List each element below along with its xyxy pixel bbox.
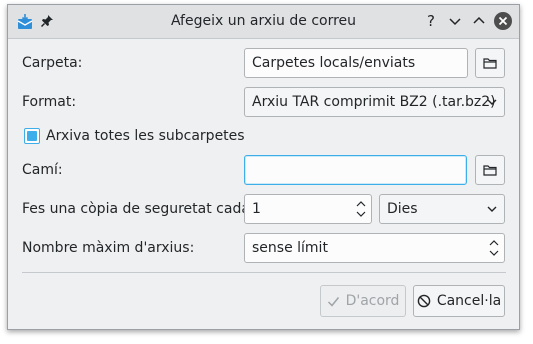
close-icon[interactable] bbox=[493, 11, 513, 31]
format-value: Arxiu TAR comprimit BZ2 (.tar.bz2) bbox=[252, 94, 496, 110]
backup-label: Fes una còpia de seguretat cada: bbox=[22, 201, 255, 217]
max-archives-spinbox[interactable]: sense límit bbox=[244, 233, 505, 263]
checkbox-fill bbox=[27, 131, 37, 141]
checkmark-icon bbox=[327, 296, 339, 307]
maximize-icon[interactable] bbox=[469, 11, 489, 31]
backup-unit-value: Dies bbox=[387, 201, 418, 217]
cancel-icon bbox=[417, 294, 431, 308]
path-label: Camí: bbox=[22, 162, 63, 178]
backup-spinbox[interactable]: 1 bbox=[244, 194, 372, 224]
button-separator bbox=[22, 272, 506, 273]
format-select[interactable]: Arxiu TAR comprimit BZ2 (.tar.bz2) bbox=[244, 87, 505, 117]
path-field[interactable] bbox=[244, 155, 467, 185]
window-title: Afegeix un arxiu de correu bbox=[170, 13, 357, 29]
help-label: ? bbox=[427, 12, 435, 30]
path-browse-button[interactable] bbox=[475, 155, 505, 185]
folder-icon bbox=[483, 58, 497, 69]
max-archives-value: sense límit bbox=[252, 240, 328, 256]
cancel-button[interactable]: Cancel·la bbox=[413, 285, 505, 317]
folder-label: Carpeta: bbox=[22, 55, 83, 71]
ok-label: D'acord bbox=[345, 293, 400, 309]
max-archives-label: Nombre màxim d'arxius: bbox=[22, 240, 195, 256]
folder-icon bbox=[483, 165, 497, 176]
backup-value: 1 bbox=[252, 201, 261, 217]
spin-arrows-icon[interactable] bbox=[355, 198, 367, 220]
chevron-down-icon bbox=[487, 99, 497, 105]
folder-field[interactable]: Carpetes locals/enviats bbox=[244, 48, 468, 78]
folder-browse-button[interactable] bbox=[475, 48, 505, 78]
subfolders-checkbox[interactable] bbox=[24, 128, 40, 144]
folder-value: Carpetes locals/enviats bbox=[252, 55, 416, 71]
add-archive-dialog: Afegeix un arxiu de correu ? Carpeta: Ca… bbox=[7, 4, 520, 330]
cancel-label: Cancel·la bbox=[436, 293, 502, 309]
subfolders-label[interactable]: Arxiva totes les subcarpetes bbox=[46, 128, 245, 144]
backup-unit-select[interactable]: Dies bbox=[379, 194, 505, 224]
ok-button[interactable]: D'acord bbox=[320, 285, 406, 317]
minimize-icon[interactable] bbox=[445, 11, 465, 31]
format-label: Format: bbox=[22, 94, 77, 110]
spin-arrows-icon[interactable] bbox=[488, 237, 500, 259]
title-bar[interactable]: Afegeix un arxiu de correu ? bbox=[8, 5, 519, 39]
help-icon[interactable]: ? bbox=[421, 11, 441, 31]
chevron-down-icon bbox=[487, 206, 497, 212]
